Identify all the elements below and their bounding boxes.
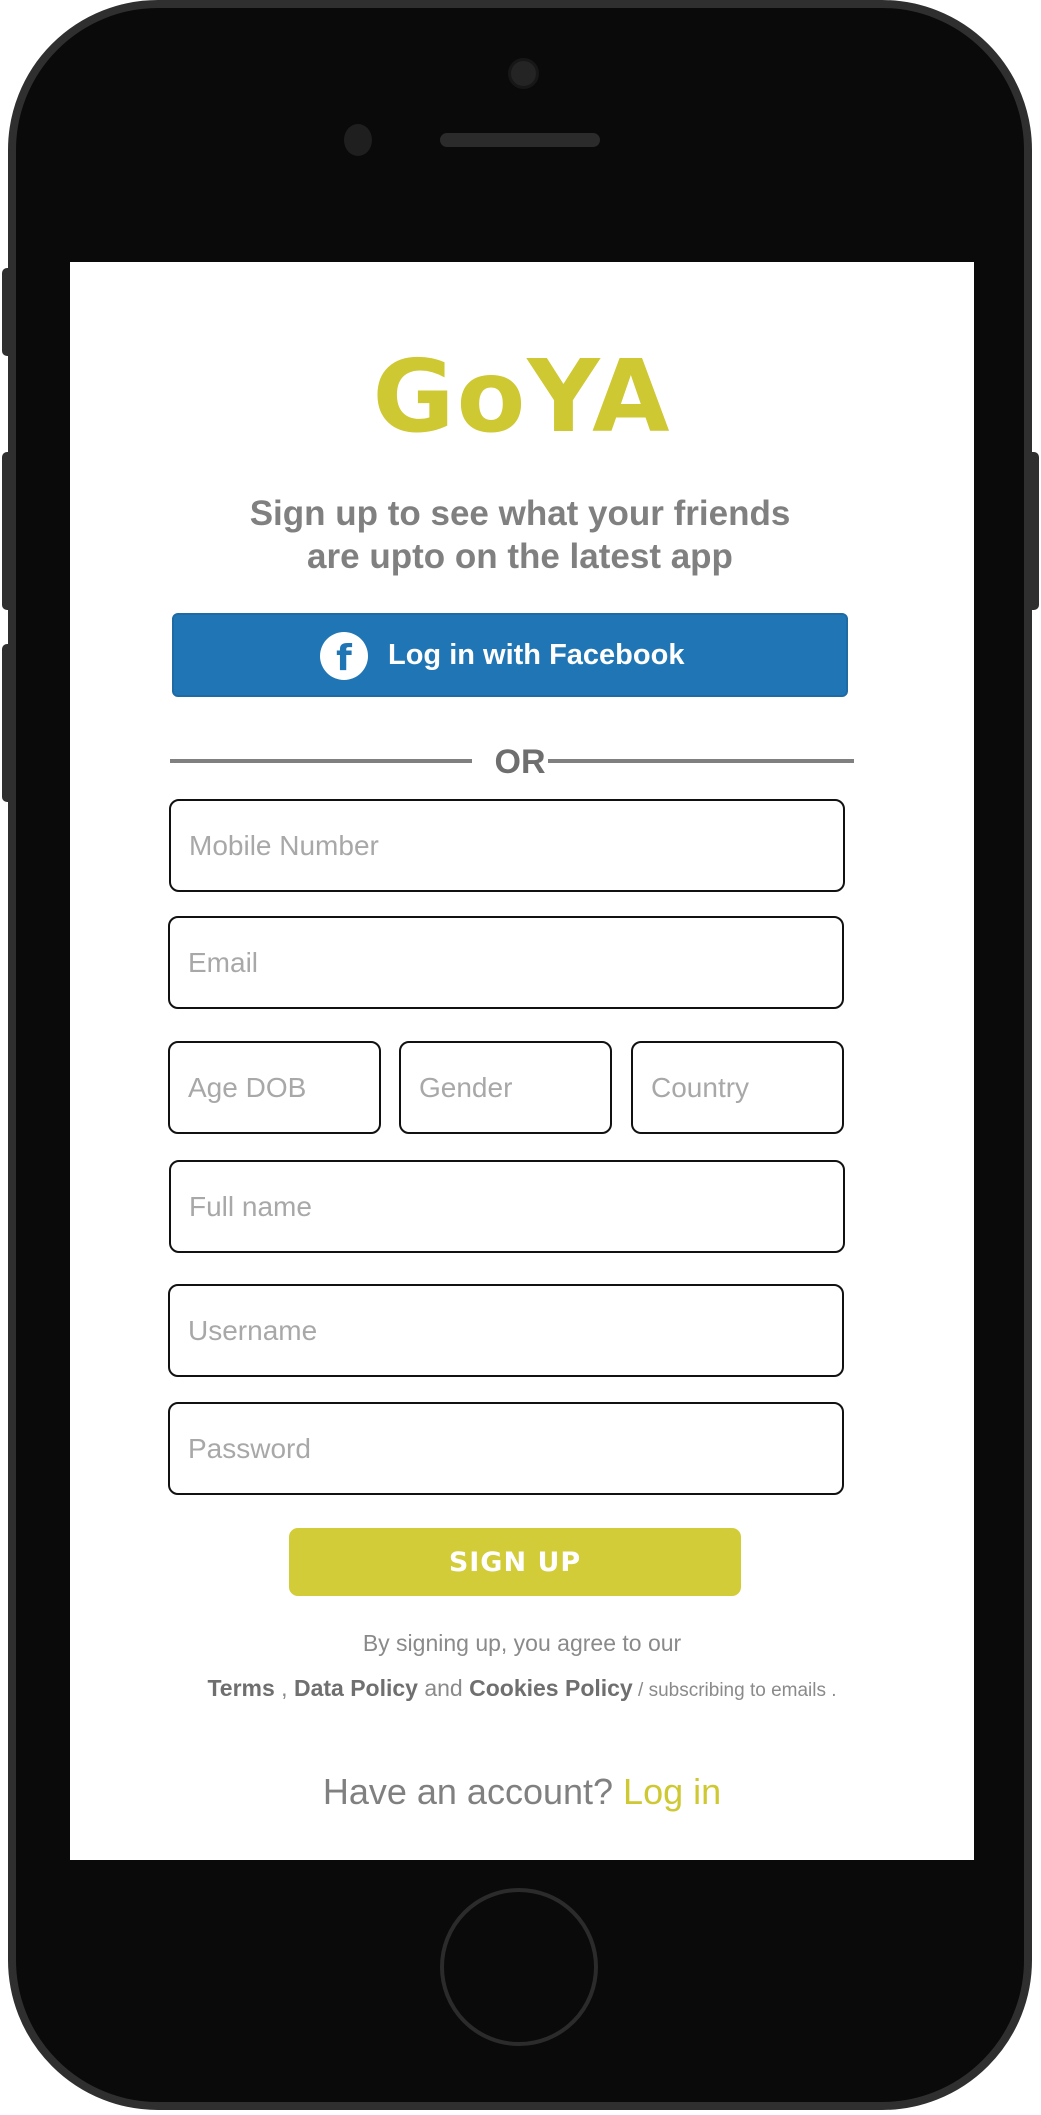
have-account-text: Have an account?: [322, 1771, 624, 1812]
device-stage: GoYA Sign up to see what your friends ar…: [0, 0, 1041, 2115]
policy-separator: ,: [274, 1675, 294, 1701]
earpiece-speaker: [440, 133, 600, 147]
divider-line-left: [170, 759, 472, 763]
mobile-number-input[interactable]: [169, 799, 845, 892]
username-input[interactable]: [168, 1284, 844, 1377]
full-name-input[interactable]: [169, 1160, 845, 1253]
data-policy-link[interactable]: Data Policy: [294, 1675, 418, 1701]
tagline-line-2: are upto on the latest app: [307, 537, 733, 576]
email-subscription-note: / subscribing to emails .: [632, 1680, 837, 1701]
policy-and-text: and: [417, 1675, 470, 1701]
email-input[interactable]: [168, 916, 844, 1009]
sign-up-button[interactable]: SIGN UP: [289, 1528, 741, 1596]
cookies-policy-link[interactable]: Cookies Policy: [469, 1675, 633, 1701]
have-account-prompt: Have an account? Log in: [70, 1770, 974, 1814]
tagline: Sign up to see what your friends are upt…: [170, 492, 870, 578]
gender-input[interactable]: [399, 1041, 612, 1134]
password-input[interactable]: [168, 1402, 844, 1495]
country-input[interactable]: [631, 1041, 844, 1134]
log-in-link[interactable]: Log in: [623, 1771, 721, 1812]
facebook-icon: f: [320, 632, 368, 680]
facebook-login-label: Log in with Facebook: [388, 639, 685, 671]
policy-links: Terms , Data Policy and Cookies Policy /…: [70, 1671, 974, 1708]
facebook-login-button[interactable]: f Log in with Facebook: [172, 613, 848, 697]
home-button[interactable]: [440, 1888, 598, 2046]
tagline-line-1: Sign up to see what your friends: [249, 494, 791, 533]
terms-link[interactable]: Terms: [207, 1675, 274, 1701]
signup-screen: GoYA Sign up to see what your friends ar…: [70, 262, 974, 1860]
proximity-sensor: [344, 124, 372, 156]
front-camera: [508, 58, 539, 89]
terms-agreement-text: By signing up, you agree to our: [362, 1630, 682, 1656]
app-logo: GoYA: [372, 338, 672, 455]
age-dob-input[interactable]: [168, 1041, 381, 1134]
divider-line-right: [548, 759, 854, 763]
